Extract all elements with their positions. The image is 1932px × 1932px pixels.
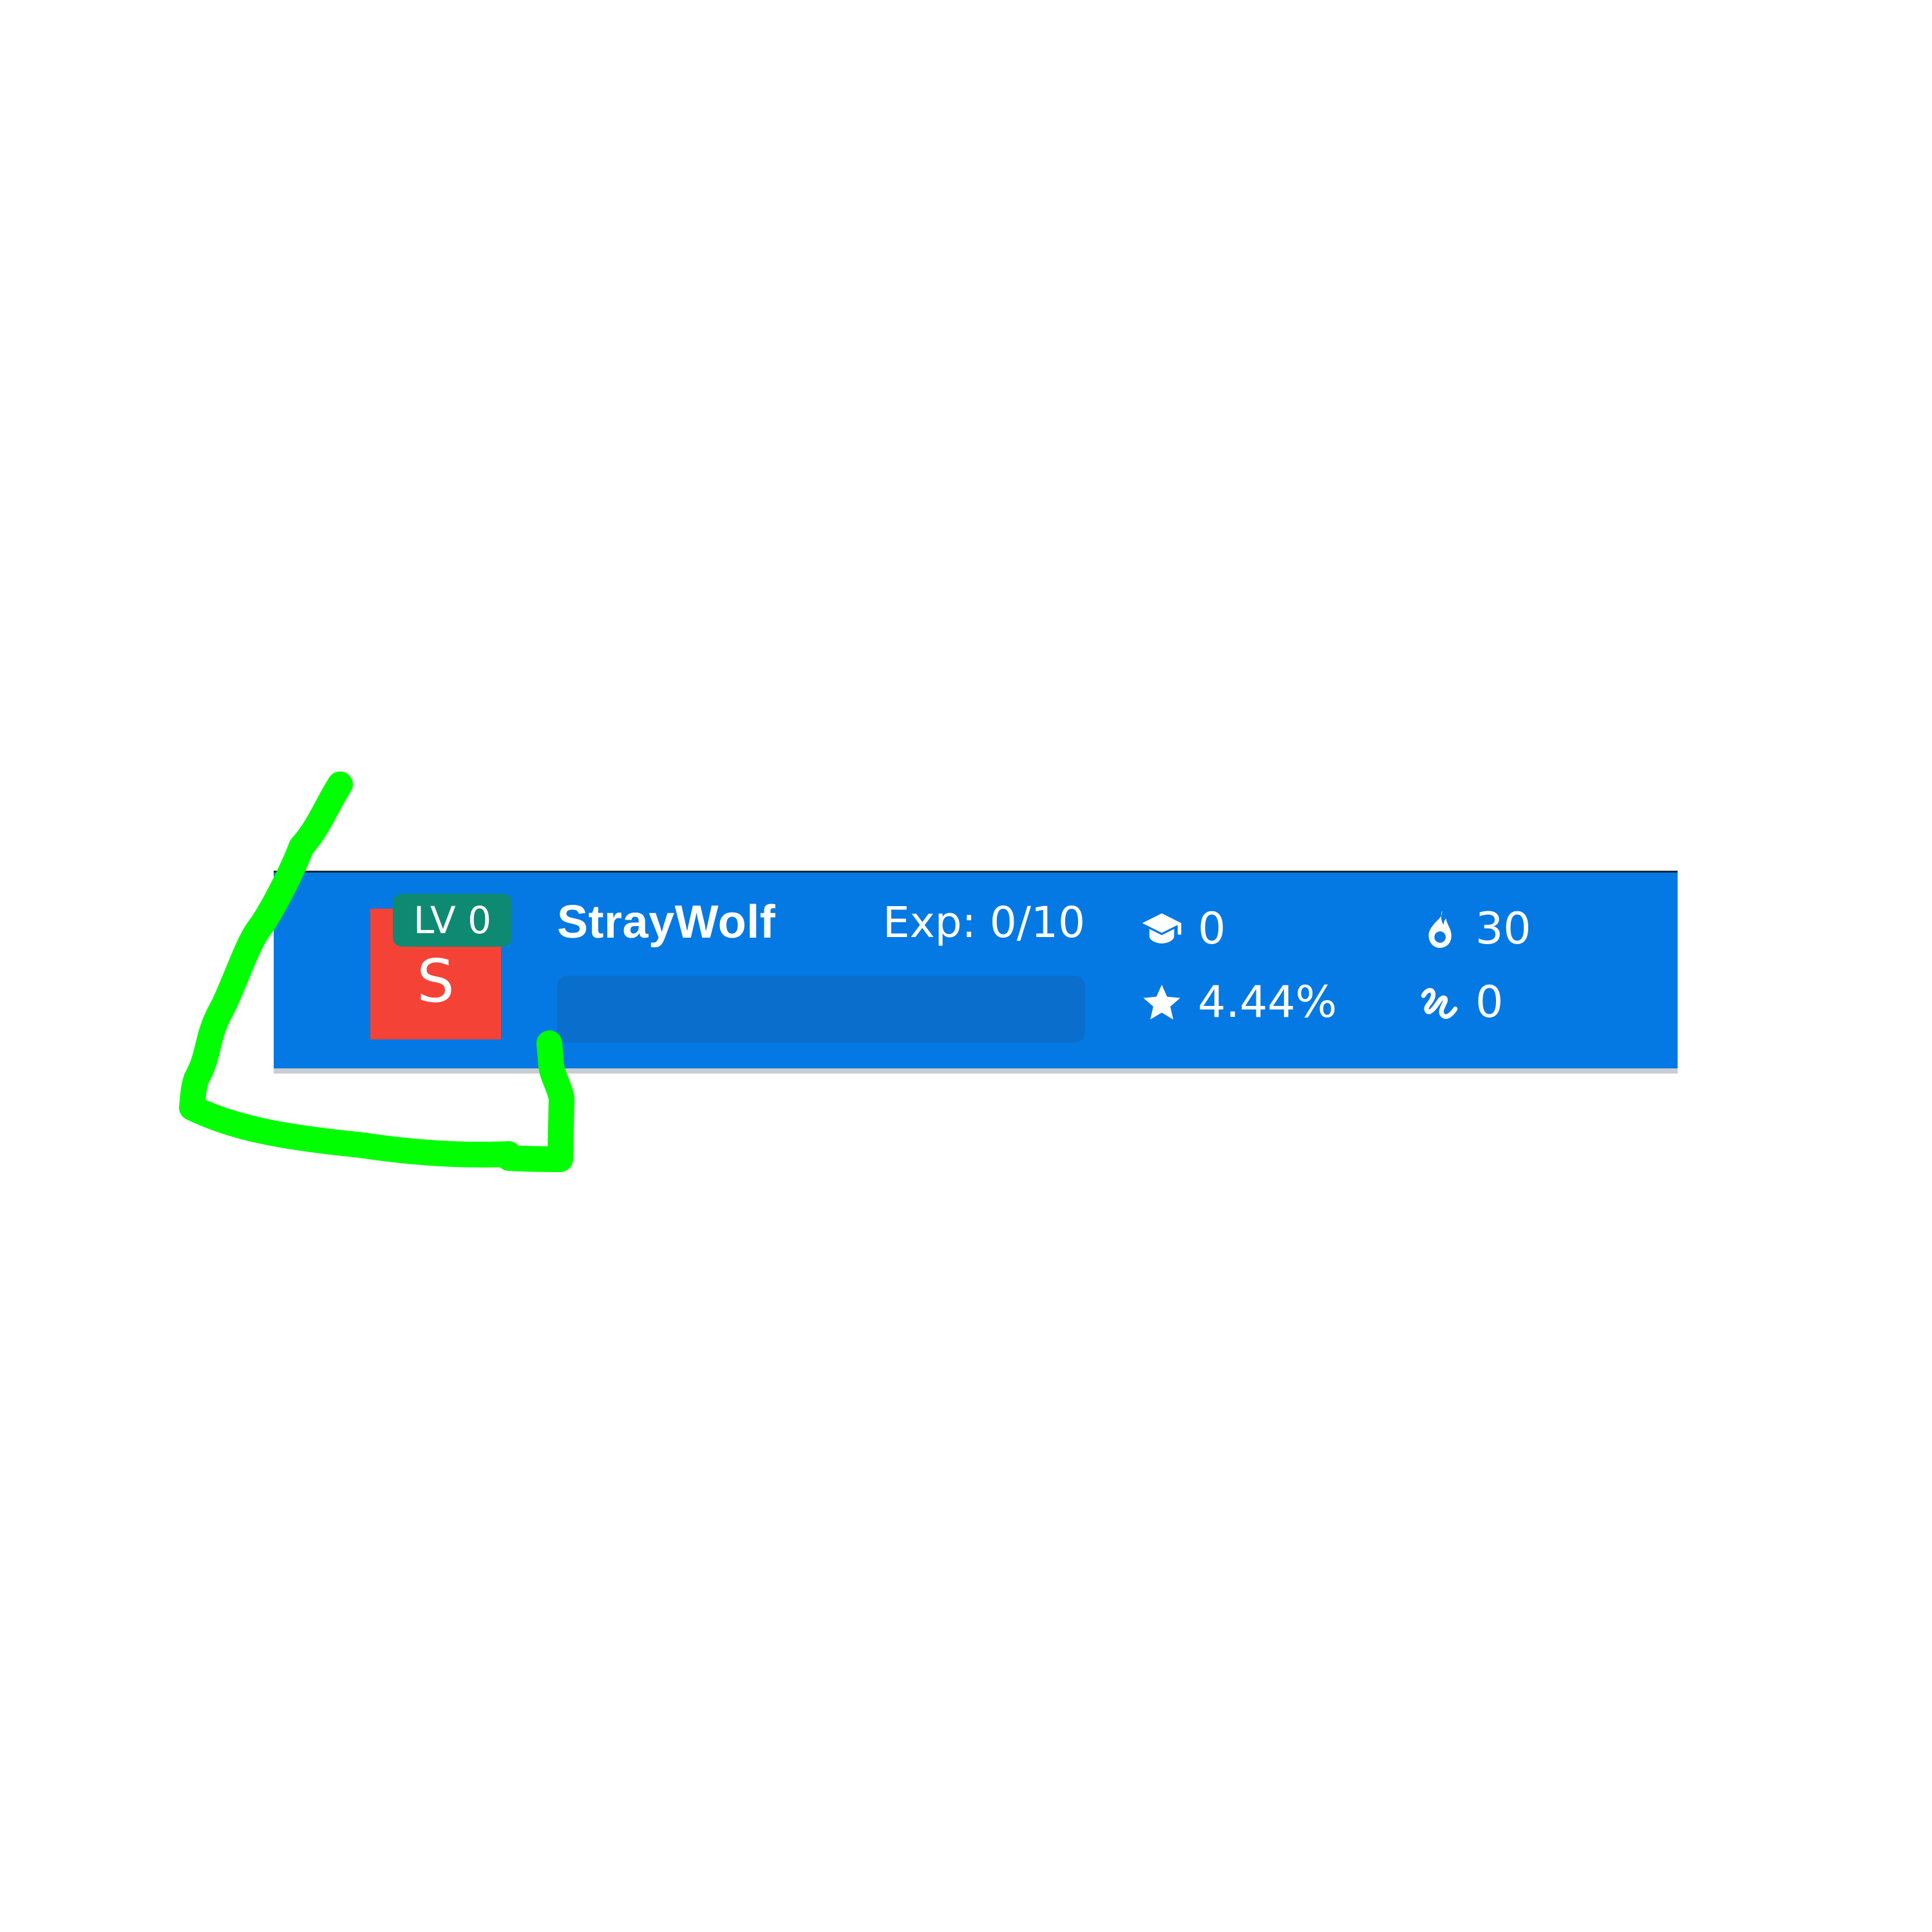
exp-progress-bar — [557, 976, 1085, 1043]
level-badge: LV 0 — [393, 894, 512, 947]
stat-courses: 0 — [1140, 904, 1226, 954]
squiggle-icon — [1417, 981, 1461, 1025]
level-label: LV 0 — [413, 898, 491, 942]
stat-courses-value: 0 — [1198, 904, 1226, 954]
username[interactable]: StrayWolf — [557, 896, 775, 948]
stat-other: 0 — [1417, 977, 1503, 1028]
stat-streak: 30 — [1417, 904, 1531, 954]
screenshot-stage: S LV 0 StrayWolf Exp: 0/10 0 4.44% 30 0 — [0, 0, 1932, 1932]
stat-rating-value: 4.44% — [1198, 977, 1338, 1028]
avatar-letter: S — [417, 947, 455, 1016]
fire-icon — [1417, 907, 1461, 951]
stat-rating: 4.44% — [1140, 977, 1337, 1028]
profile-bar: S LV 0 StrayWolf Exp: 0/10 0 4.44% 30 0 — [274, 871, 1678, 1074]
exp-text: Exp: 0/10 — [882, 898, 1085, 947]
stat-streak-value: 30 — [1475, 904, 1531, 954]
graduation-cap-icon — [1140, 907, 1184, 951]
star-icon — [1140, 981, 1184, 1025]
stat-other-value: 0 — [1475, 977, 1504, 1028]
